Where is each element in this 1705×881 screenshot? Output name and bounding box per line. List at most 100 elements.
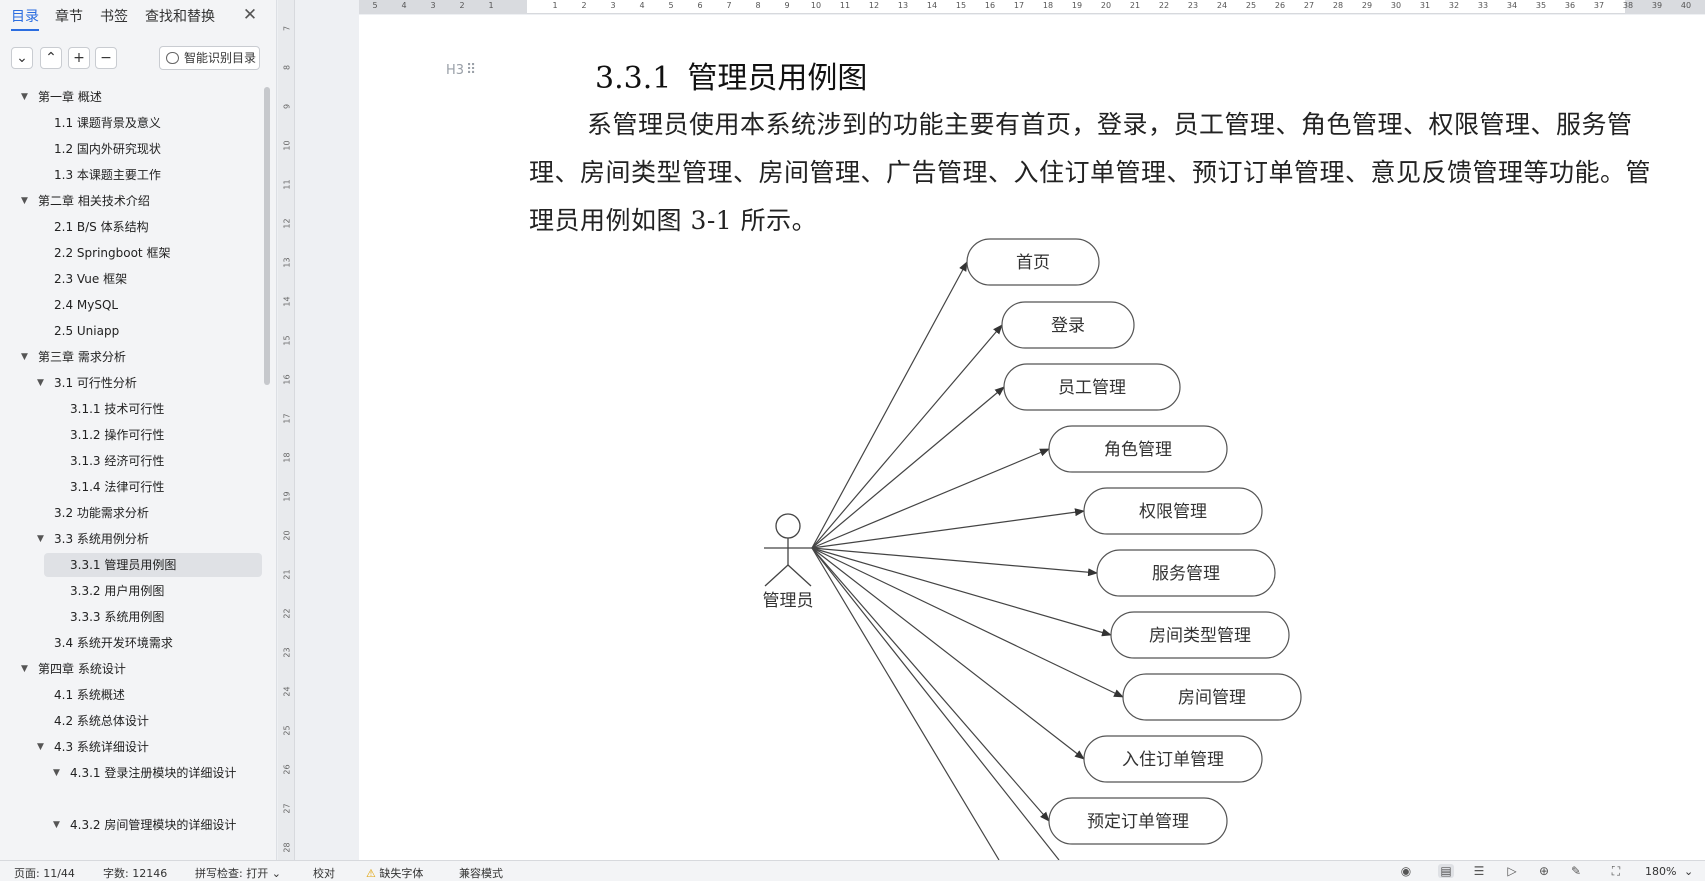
toc-item[interactable]: 3.3.2 用户用例图 — [0, 579, 262, 603]
missing-font-button[interactable]: ⚠ 缺失字体 — [366, 865, 423, 881]
toc-item[interactable]: 1.3 本课题主要工作 — [0, 163, 262, 187]
fit-page-icon[interactable]: ⛶ — [1608, 864, 1624, 878]
tab-toc[interactable]: 目录 — [11, 6, 39, 31]
ruler-tick-label: 15 — [282, 335, 292, 346]
tab-find-replace[interactable]: 查找和替换 — [145, 6, 215, 26]
toc-item[interactable]: ▼ 第二章 相关技术介绍 — [0, 189, 262, 213]
toc-collapse-arrow-icon[interactable]: ▼ — [53, 761, 60, 785]
toc-collapse-arrow-icon[interactable]: ▼ — [53, 813, 60, 837]
toc-tree: ▼ 第一章 概述 1.1 课题背景及意义 1.2 国内外研究现状 1.3 本课题主要工作… — [0, 85, 262, 855]
toc-item[interactable]: ▼ 3.1 可行性分析 — [0, 371, 262, 395]
toc-item[interactable]: 3.4 系统开发环境需求 — [0, 631, 262, 655]
remove-heading-button[interactable]: − — [95, 47, 117, 69]
toc-item[interactable]: 2.4 MySQL — [0, 293, 262, 317]
ruler-tick-label: 3 — [430, 1, 436, 10]
use-case-node: 房间类型管理 — [1110, 611, 1290, 659]
warning-icon: ⚠ — [366, 867, 376, 880]
toc-item[interactable]: 2.2 Springboot 框架 — [0, 241, 262, 265]
use-case-label: 房间类型管理 — [1149, 626, 1251, 646]
toc-item[interactable] — [0, 787, 262, 811]
toc-item[interactable]: ▼ 第四章 系统设计 — [0, 657, 262, 681]
ruler-tick-label: 16 — [984, 1, 996, 10]
toc-item-label: 3.3.2 用户用例图 — [70, 584, 165, 598]
document-page[interactable]: H3 ⠿ 3.3.1 管理员用例图 系管理员使用本系统涉到的功能主要有首页，登录，… — [359, 15, 1705, 860]
actor-figure — [764, 513, 812, 587]
word-count[interactable]: 字数: 12146 — [103, 865, 167, 881]
toc-item[interactable]: 1.1 课题背景及意义 — [0, 111, 262, 135]
collapse-all-button[interactable]: ⌄ — [11, 47, 33, 69]
toc-item[interactable]: ▼ 4.3 系统详细设计 — [0, 735, 262, 759]
outline-view-icon[interactable]: ☰ — [1471, 864, 1487, 878]
ruler-tick-label: 24 — [1216, 1, 1228, 10]
chevron-down-icon: ⌄ — [271, 867, 281, 880]
tab-bookmarks[interactable]: 书签 — [100, 6, 128, 26]
association-lines — [811, 261, 1124, 860]
ruler-tick-label: 17 — [282, 413, 292, 424]
ruler-tick-label: 25 — [282, 725, 292, 736]
toc-item[interactable]: 3.3.1 管理员用例图 — [44, 553, 262, 577]
ruler-tick-label: 7 — [282, 25, 292, 32]
toc-item-label: 2.1 B/S 体系结构 — [54, 220, 149, 234]
toc-item[interactable]: 3.1.1 技术可行性 — [0, 397, 262, 421]
toc-collapse-arrow-icon[interactable]: ▼ — [37, 371, 44, 395]
page-indicator[interactable]: 页面: 11/44 — [14, 865, 75, 881]
toc-toolbar: ⌄ ⌃ + − 智能识别目录 — [0, 44, 277, 72]
ruler-tick-label: 21 — [282, 569, 292, 580]
toc-item[interactable]: 3.1.3 经济可行性 — [0, 449, 262, 473]
globe-icon[interactable]: ⊕ — [1536, 864, 1552, 878]
toc-item-label: 第四章 系统设计 — [38, 662, 126, 676]
ruler-tick-label: 11 — [839, 1, 851, 10]
toc-item[interactable]: ▼ 4.3.2 房间管理模块的详细设计 — [0, 813, 262, 837]
page-view-icon[interactable]: ▤ — [1438, 864, 1454, 878]
toc-collapse-arrow-icon[interactable]: ▼ — [21, 189, 28, 213]
toc-item-label: 3.3 系统用例分析 — [54, 532, 149, 546]
zoom-level[interactable]: 180% — [1645, 865, 1676, 878]
missing-font-label: 缺失字体 — [379, 867, 424, 880]
toc-collapse-arrow-icon[interactable]: ▼ — [21, 85, 28, 109]
smart-toc-button[interactable]: 智能识别目录 — [159, 46, 260, 70]
toc-item[interactable]: 2.1 B/S 体系结构 — [0, 215, 262, 239]
ruler-tick-label: 24 — [282, 686, 292, 697]
add-heading-button[interactable]: + — [68, 47, 90, 69]
toc-collapse-arrow-icon[interactable]: ▼ — [37, 735, 44, 759]
toc-item[interactable]: 1.2 国内外研究现状 — [0, 137, 262, 161]
ruler-tick-label: 13 — [282, 257, 292, 268]
toc-collapse-arrow-icon[interactable]: ▼ — [21, 657, 28, 681]
toc-item[interactable]: 3.1.2 操作可行性 — [0, 423, 262, 447]
close-icon[interactable]: ✕ — [240, 5, 260, 25]
toc-item[interactable]: 4.2 系统总体设计 — [0, 709, 262, 733]
play-icon[interactable]: ▷ — [1504, 864, 1520, 878]
ruler-tick-label: 10 — [810, 1, 822, 10]
toc-item[interactable]: 2.3 Vue 框架 — [0, 267, 262, 291]
ruler-tick-label: 20 — [282, 530, 292, 541]
spell-check-toggle[interactable]: 拼写检查: 打开 ⌄ — [195, 865, 281, 881]
toc-item-label: 第三章 需求分析 — [38, 350, 126, 364]
toc-item[interactable]: ▼ 4.3.1 登录注册模块的详细设计 — [0, 761, 262, 785]
toc-collapse-arrow-icon[interactable]: ▼ — [37, 527, 44, 551]
expand-all-button[interactable]: ⌃ — [40, 47, 62, 69]
pen-icon[interactable]: ✎ — [1568, 864, 1584, 878]
toc-item[interactable]: 3.1.4 法律可行性 — [0, 475, 262, 499]
ruler-tick-label: 3 — [610, 1, 616, 10]
toc-item[interactable]: 4.1 系统概述 — [0, 683, 262, 707]
toc-scrollbar[interactable] — [264, 87, 270, 385]
toc-item[interactable]: ▼ 3.3 系统用例分析 — [0, 527, 262, 551]
toc-item[interactable]: 2.5 Uniapp — [0, 319, 262, 343]
toc-item[interactable]: ▼ 第三章 需求分析 — [0, 345, 262, 369]
toc-item-label: 3.2 功能需求分析 — [54, 506, 149, 520]
eye-icon[interactable]: ◉ — [1398, 864, 1414, 878]
toc-item[interactable]: ▼ 第一章 概述 — [0, 85, 262, 109]
association-arrow — [811, 547, 1050, 822]
ruler-tick-label: 33 — [1477, 1, 1489, 10]
toc-collapse-arrow-icon[interactable]: ▼ — [21, 345, 28, 369]
ruler-tick-label: 8 — [755, 1, 761, 10]
proofread-button[interactable]: 校对 — [313, 865, 335, 881]
toc-item[interactable]: 3.2 功能需求分析 — [0, 501, 262, 525]
toc-item-label: 3.1.1 技术可行性 — [70, 402, 165, 416]
toc-item[interactable]: 3.3.3 系统用例图 — [0, 605, 262, 629]
toc-item-label: 4.1 系统概述 — [54, 688, 125, 702]
toc-item-label: 4.3.2 房间管理模块的详细设计 — [70, 818, 237, 832]
ruler-tick-label: 12 — [282, 218, 292, 229]
tab-chapters[interactable]: 章节 — [55, 6, 83, 26]
zoom-chevron-icon[interactable]: ⌄ — [1684, 865, 1693, 878]
